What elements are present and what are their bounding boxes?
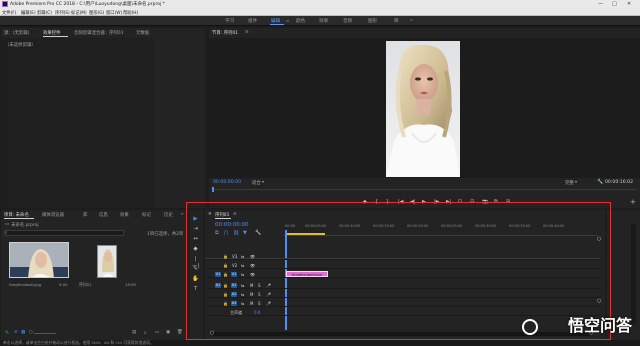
thumbnail-portrait-tall bbox=[98, 246, 116, 277]
workspace-libraries[interactable]: 库 bbox=[394, 18, 399, 24]
lock-write-icon[interactable]: ✎ bbox=[5, 330, 9, 336]
sequence-thumbnail[interactable] bbox=[97, 245, 117, 278]
tab-media-browser[interactable]: 媒体浏览器 bbox=[42, 212, 64, 218]
project-file-name: 未命名.prproj bbox=[11, 223, 39, 228]
program-frame-image bbox=[386, 41, 460, 177]
project-more-icon[interactable]: » bbox=[181, 212, 184, 217]
tab-info[interactable]: 信息 bbox=[99, 212, 108, 218]
new-item-icon[interactable]: ▣ bbox=[166, 330, 170, 335]
workspace-bar: 学习 组件 编辑 ≡ 颜色 效果 音频 图形 库 » bbox=[0, 16, 640, 26]
workspace-learning[interactable]: 学习 bbox=[225, 18, 234, 24]
sequence-item-duration: 13:00 bbox=[125, 282, 136, 287]
tab-effects[interactable]: 效果 bbox=[120, 212, 129, 218]
quality-chevron-down-icon[interactable]: ▾ bbox=[575, 179, 577, 184]
program-menu-icon[interactable]: ≡ bbox=[245, 30, 249, 35]
list-view-icon[interactable]: ≡ bbox=[14, 330, 18, 335]
effect-controls-body: （未选择剪辑） bbox=[2, 38, 154, 208]
program-playhead[interactable] bbox=[212, 187, 214, 192]
project-file-icon: ▭ bbox=[5, 222, 10, 227]
search-icon: ⌕ bbox=[5, 231, 8, 236]
workspace-color[interactable]: 颜色 bbox=[296, 18, 305, 24]
highlight-box bbox=[186, 202, 611, 340]
tab-source[interactable]: 源：(无剪辑) bbox=[4, 30, 29, 36]
selection-count: 1项已选择，共2项 bbox=[147, 232, 184, 237]
workspace-active-underline bbox=[270, 24, 284, 25]
sequence-item-name: 序列01 bbox=[79, 282, 92, 287]
status-text: 单击以选择，或单击空白处并拖动以进行框选。使用 Shift、Alt 和 Ctrl… bbox=[3, 340, 154, 345]
media-item-name: timg9nniwcfy.jpg bbox=[9, 282, 42, 287]
close-button[interactable]: ✕ bbox=[627, 1, 631, 7]
project-panel: 项目: 未命名 媒体浏览器 库 信息 效果 标记 历史 » ▭ 未命名.prpr… bbox=[1, 210, 187, 340]
maximize-button[interactable]: □ bbox=[612, 1, 617, 7]
project-search-input[interactable] bbox=[4, 230, 124, 236]
find-icon[interactable]: ⌕ bbox=[144, 330, 146, 336]
workspace-effects[interactable]: 效果 bbox=[319, 18, 328, 24]
zoom-slider-handle-icon[interactable]: ○ bbox=[29, 330, 33, 335]
new-bin-icon[interactable]: ▭ bbox=[155, 330, 159, 335]
project-tab-underline bbox=[4, 218, 34, 219]
tab-active-underline bbox=[43, 36, 68, 37]
status-bar: 单击以选择，或单击空白处并拖动以进行框选。使用 Shift、Alt 和 Ctrl… bbox=[0, 340, 640, 346]
tab-history[interactable]: 历史 bbox=[164, 212, 173, 218]
fit-chevron-down-icon[interactable]: ▾ bbox=[262, 179, 264, 184]
thumbnail-portrait-wide bbox=[10, 243, 68, 277]
media-item-duration: 5:00 bbox=[59, 282, 68, 287]
tab-libraries[interactable]: 库 bbox=[83, 212, 87, 218]
program-duration: 00:00:16:02 bbox=[605, 180, 634, 185]
audio-meter-bar bbox=[631, 224, 636, 324]
button-editor-add-icon[interactable]: + bbox=[630, 198, 636, 206]
tab-audio-clip-mixer[interactable]: 音频剪辑混合器：序列01 bbox=[74, 30, 124, 36]
fit-dropdown[interactable]: 适合 bbox=[252, 180, 261, 186]
trash-icon[interactable]: 🗑 bbox=[177, 330, 183, 335]
automate-to-sequence-icon[interactable]: ▤ bbox=[132, 330, 136, 335]
no-clip-selected-label: （未选择剪辑） bbox=[5, 43, 36, 48]
program-monitor: 节目: 序列01 ≡ 00:00:00:00 适合 ▾ 完整 ▾ 🔧 00:00… bbox=[209, 28, 640, 208]
premiere-app-icon bbox=[2, 1, 8, 7]
menu-bar: 文件(F) 编辑(E) 剪辑(C) 序列(S) 标记(M) 图形(G) 窗口(W… bbox=[0, 9, 640, 16]
workspace-assembly[interactable]: 组件 bbox=[248, 18, 257, 24]
workspace-menu-icon[interactable]: ≡ bbox=[286, 18, 289, 23]
title-bar: Adobe Premiere Pro CC 2018 - C:\用户\Luoyu… bbox=[0, 0, 640, 9]
program-timecode-current[interactable]: 00:00:00:00 bbox=[213, 180, 241, 185]
source-panel: 源：(无剪辑) 效果控件 音频剪辑混合器：序列01 元数据 （未选择剪辑） bbox=[1, 28, 205, 208]
media-thumbnail-image[interactable] bbox=[9, 242, 69, 278]
program-scrub-bar[interactable] bbox=[212, 189, 637, 190]
tab-markers[interactable]: 标记 bbox=[142, 212, 151, 218]
workspace-more-icon[interactable]: » bbox=[410, 18, 413, 23]
portrait-image bbox=[386, 41, 460, 177]
tab-program[interactable]: 节目: 序列01 bbox=[212, 30, 238, 36]
wrench-icon[interactable]: 🔧 bbox=[597, 179, 603, 185]
window-title: Adobe Premiere Pro CC 2018 - C:\用户\Luoyu… bbox=[10, 2, 165, 7]
minimize-button[interactable]: — bbox=[598, 1, 603, 7]
watermark-logo-icon bbox=[522, 319, 538, 335]
workspace-audio[interactable]: 音频 bbox=[343, 18, 352, 24]
workspace-graphics[interactable]: 图形 bbox=[368, 18, 377, 24]
tab-metadata[interactable]: 元数据 bbox=[136, 30, 149, 36]
watermark-text: 悟空问答 bbox=[567, 316, 632, 335]
zoom-slider[interactable] bbox=[34, 333, 56, 334]
quality-dropdown[interactable]: 完整 bbox=[565, 180, 574, 186]
icon-view-icon[interactable]: ▦ bbox=[21, 330, 25, 335]
